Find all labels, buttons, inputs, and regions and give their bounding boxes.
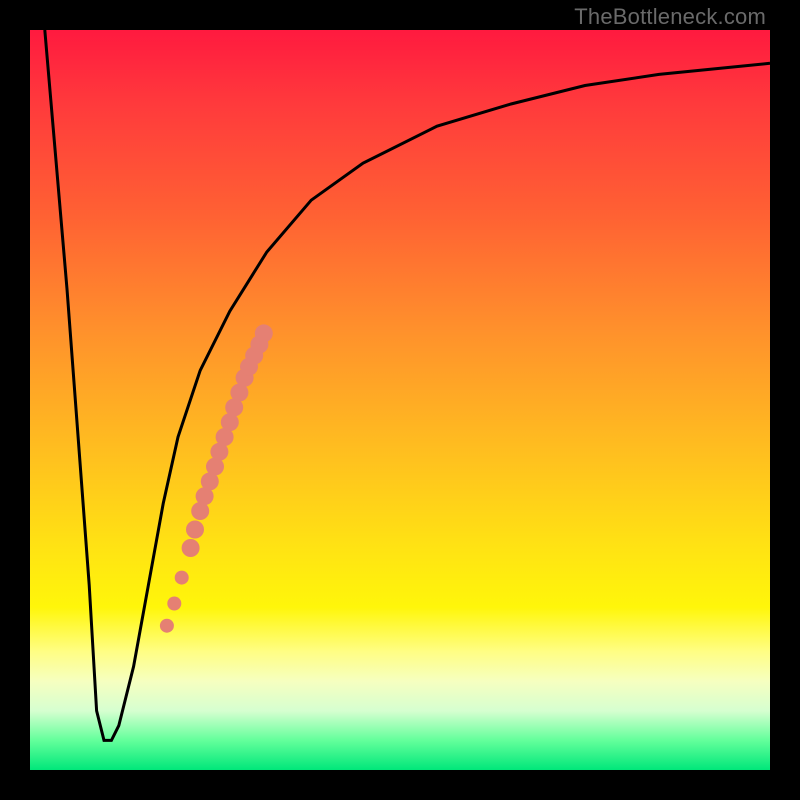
highlight-dot [167, 597, 181, 611]
chart-stage: TheBottleneck.com [0, 0, 800, 800]
watermark-label: TheBottleneck.com [574, 4, 766, 30]
plot-area [30, 30, 770, 770]
highlight-dot [255, 324, 273, 342]
highlight-dots [30, 30, 770, 770]
highlight-dot [160, 619, 174, 633]
highlight-dot [182, 539, 200, 557]
dots-group [160, 324, 273, 632]
highlight-dot [175, 571, 189, 585]
highlight-dot [186, 521, 204, 539]
